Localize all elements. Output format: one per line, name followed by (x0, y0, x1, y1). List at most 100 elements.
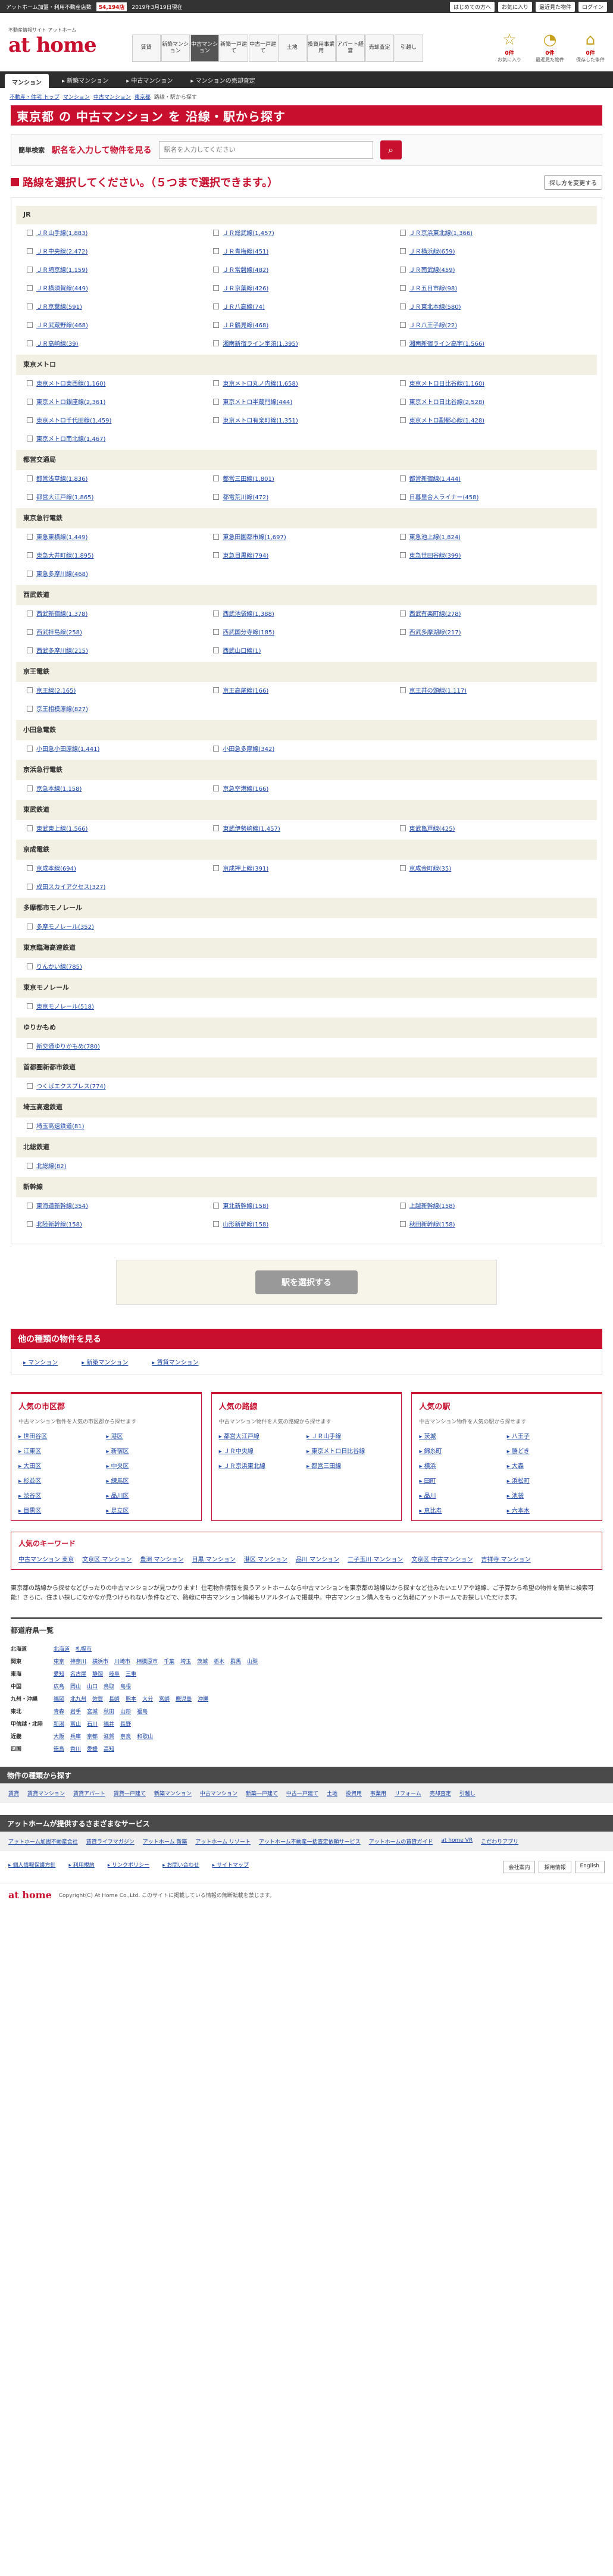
line-name[interactable]: 東急目黒線(794) (223, 550, 268, 559)
line-checkbox[interactable] (27, 825, 33, 831)
prefecture-link[interactable]: 山形 (120, 1707, 131, 1715)
footer-button[interactable]: 採用情報 (539, 1861, 571, 1873)
line-name[interactable]: 都営大江戸線(1,865) (36, 492, 93, 501)
station-search-input[interactable] (158, 141, 373, 159)
line-name[interactable]: 埼玉高速鉄道(81) (36, 1121, 85, 1130)
line-name[interactable]: 京急本線(1,158) (36, 784, 82, 793)
tab-mansion[interactable]: マンション (5, 73, 49, 90)
popular-item[interactable]: ▸ 練馬区 (106, 1476, 193, 1485)
line-name[interactable]: 東京モノレール(518) (36, 1001, 94, 1010)
prefecture-link[interactable]: 石川 (87, 1720, 98, 1727)
line-name[interactable]: 東京メトロ日比谷線(2,528) (409, 397, 484, 406)
prefecture-link[interactable]: 高知 (104, 1745, 114, 1752)
service-link[interactable]: アットホーム不動産一括査定依頼サービス (259, 1838, 361, 1845)
line-option[interactable]: 北総線(82) (27, 1161, 213, 1170)
prefecture-link[interactable]: 長野 (120, 1720, 131, 1727)
line-option[interactable]: 京成金町線(35) (399, 863, 586, 872)
line-option[interactable]: ＪＲ鶴見線(468) (213, 320, 399, 329)
nav-item[interactable]: 賃貸 (132, 34, 161, 62)
kind-link[interactable]: 新築マンション (154, 1789, 192, 1797)
line-checkbox[interactable] (399, 628, 406, 635)
prefecture-link[interactable]: 佐賀 (92, 1695, 103, 1702)
prefecture-link[interactable]: 岩手 (70, 1707, 81, 1715)
line-checkbox[interactable] (27, 745, 33, 752)
kind-link[interactable]: 売却査定 (430, 1789, 451, 1797)
line-name[interactable]: 成田スカイアクセス(327) (36, 882, 105, 891)
kind-link[interactable]: 中古一戸建て (286, 1789, 318, 1797)
nav-item[interactable]: 投資用事業用 (306, 34, 336, 62)
select-stations-button[interactable]: 駅を選択する (255, 1270, 358, 1294)
footer-link[interactable]: ▸ サイトマップ (212, 1861, 249, 1873)
line-checkbox[interactable] (27, 533, 33, 540)
line-name[interactable]: 東京メトロ東西線(1,160) (36, 378, 105, 387)
footer-button[interactable]: 会社案内 (503, 1861, 536, 1873)
kind-link[interactable]: 投資用 (346, 1789, 362, 1797)
nav-item[interactable]: 新築一戸建て (219, 34, 248, 62)
line-checkbox[interactable] (399, 417, 406, 423)
line-option[interactable]: ＪＲ横浜線(659) (399, 246, 586, 255)
line-option[interactable]: 京成本線(694) (27, 863, 213, 872)
line-checkbox[interactable] (27, 1122, 33, 1129)
line-option[interactable]: ＪＲ山手線(1,883) (27, 228, 213, 237)
line-option[interactable]: 京急本線(1,158) (27, 784, 213, 793)
keyword-link[interactable]: 目黒 マンション (192, 1554, 236, 1563)
line-name[interactable]: 京王井の頭線(1,117) (409, 686, 467, 694)
tab-sub[interactable]: ▸ 新築マンション (62, 76, 108, 84)
prefecture-link[interactable]: 東京 (54, 1657, 64, 1665)
line-option[interactable]: 京王相模原線(827) (27, 704, 213, 713)
prefecture-link[interactable]: 和歌山 (137, 1732, 153, 1740)
line-option[interactable]: 京王線(2,165) (27, 686, 213, 694)
line-checkbox[interactable] (27, 705, 33, 712)
line-option[interactable]: 東北新幹線(158) (213, 1201, 399, 1210)
kind-link[interactable]: 賃貸一戸建て (114, 1789, 146, 1797)
line-name[interactable]: ＪＲ東北本線(580) (409, 302, 461, 311)
line-checkbox[interactable] (213, 475, 220, 481)
line-checkbox[interactable] (213, 266, 220, 273)
line-name[interactable]: 多摩モノレール(352) (36, 922, 94, 931)
line-name[interactable]: 都電荒川線(472) (223, 492, 268, 501)
line-option[interactable]: 東急世田谷線(399) (399, 550, 586, 559)
line-name[interactable]: 日暮里舎人ライナー(458) (409, 492, 479, 501)
line-checkbox[interactable] (27, 865, 33, 871)
prefecture-link[interactable]: 栃木 (214, 1657, 224, 1665)
line-checkbox[interactable] (399, 380, 406, 386)
line-checkbox[interactable] (27, 610, 33, 616)
line-checkbox[interactable] (27, 1220, 33, 1227)
top-link[interactable]: はじめての方へ (449, 1, 495, 12)
keyword-link[interactable]: 豊洲 マンション (140, 1554, 183, 1563)
line-name[interactable]: 西武新宿線(1,378) (36, 609, 87, 618)
popular-item[interactable]: ▸ 錦糸町 (419, 1446, 506, 1455)
line-name[interactable]: つくばエクスプレス(774) (36, 1081, 106, 1090)
line-option[interactable]: ＪＲ総武線(1,457) (213, 228, 399, 237)
line-name[interactable]: 東急田園都市線(1,697) (223, 532, 286, 541)
line-option[interactable]: 小田急小田原線(1,441) (27, 744, 213, 753)
service-link[interactable]: アットホーム 新築 (143, 1838, 187, 1845)
line-option[interactable]: 西武新宿線(1,378) (27, 609, 213, 618)
header-icon-お気に入り[interactable]: ☆ 0件 お気に入り (493, 31, 526, 63)
line-option[interactable]: 小田急多摩線(342) (213, 744, 399, 753)
line-name[interactable]: 小田急多摩線(342) (223, 744, 274, 753)
line-name[interactable]: 東北新幹線(158) (223, 1201, 268, 1210)
prefecture-link[interactable]: 青森 (54, 1707, 64, 1715)
line-name[interactable]: 京成押上線(391) (223, 863, 268, 872)
line-name[interactable]: 秋田新幹線(158) (409, 1219, 455, 1228)
breadcrumb-item[interactable]: 東京都 (135, 95, 151, 101)
line-checkbox[interactable] (399, 398, 406, 405)
top-link[interactable]: 最近見た物件 (535, 1, 575, 12)
keyword-link[interactable]: 港区 マンション (244, 1554, 287, 1563)
line-checkbox[interactable] (213, 321, 220, 328)
line-checkbox[interactable] (27, 1082, 33, 1089)
line-checkbox[interactable] (213, 825, 220, 831)
line-option[interactable]: 上越新幹線(158) (399, 1201, 586, 1210)
line-name[interactable]: ＪＲ八王子線(22) (409, 320, 458, 329)
service-link[interactable]: 賃貸ライフマガジン (86, 1838, 135, 1845)
line-name[interactable]: 東京メトロ副都心線(1,428) (409, 415, 484, 424)
line-option[interactable]: 多摩モノレール(352) (27, 922, 213, 931)
line-option[interactable]: ＪＲ高崎線(39) (27, 339, 213, 348)
popular-item[interactable]: ▸ 茨城 (419, 1431, 506, 1440)
breadcrumb-item[interactable]: マンション (63, 95, 90, 101)
prefecture-link[interactable]: 大分 (142, 1695, 153, 1702)
service-link[interactable]: at home VR (441, 1838, 473, 1845)
popular-item[interactable]: ▸ 足立区 (106, 1505, 193, 1514)
line-checkbox[interactable] (213, 398, 220, 405)
